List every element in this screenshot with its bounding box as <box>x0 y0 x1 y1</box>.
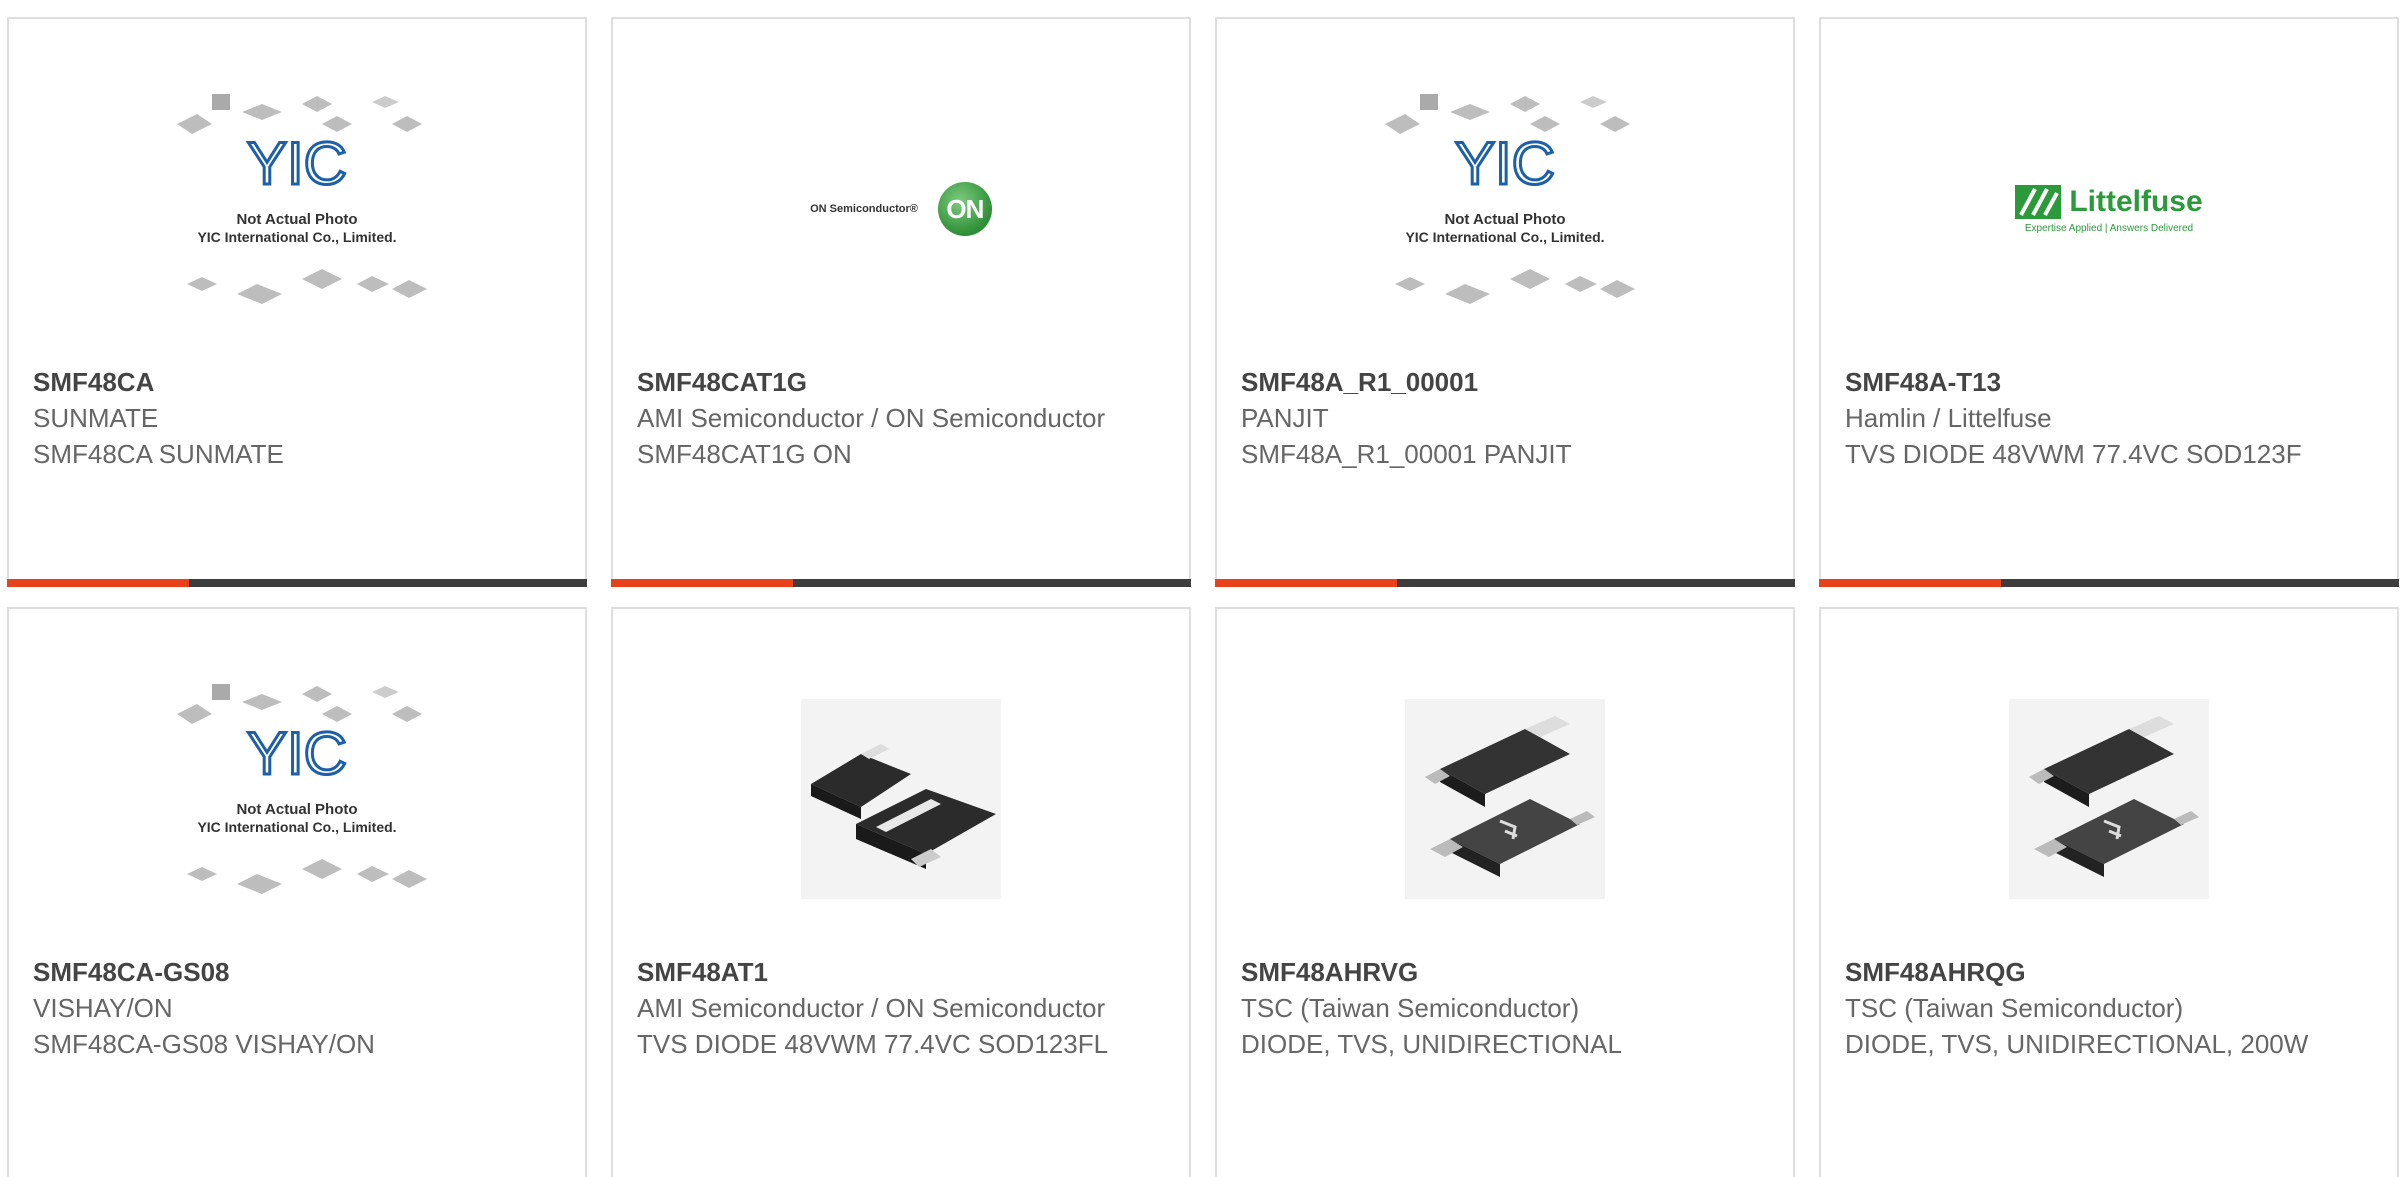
product-card[interactable]: Littelfuse Expertise Applied | Answers D… <box>1819 17 2399 587</box>
placeholder-line2: YIC International Co., Limited. <box>1405 229 1604 245</box>
part-number[interactable]: SMF48AHRQG <box>1845 954 2373 990</box>
product-card[interactable]: ON Semiconductor® ON SMF48CAT1G AMI Semi… <box>611 17 1191 587</box>
part-number[interactable]: SMF48CA <box>33 364 561 400</box>
description: SMF48CAT1G ON <box>637 439 852 469</box>
product-image <box>613 644 1189 954</box>
product-card[interactable]: YIC Not Actual Photo YIC International C… <box>1215 17 1795 587</box>
tsc-package-photo <box>2009 699 2209 899</box>
yic-logo-icon: YIC <box>247 130 347 197</box>
placeholder-line1: Not Actual Photo <box>236 801 357 818</box>
manufacturer: AMI Semiconductor / ON Semiconductor <box>637 403 1106 433</box>
part-number[interactable]: SMF48A_R1_00001 <box>1241 364 1769 400</box>
product-card[interactable]: YIC Not Actual Photo YIC International C… <box>7 607 587 1177</box>
product-card[interactable]: SMF48AHRVG TSC (Taiwan Semiconductor) DI… <box>1215 607 1795 1177</box>
sod123fl-package-photo <box>801 699 1001 899</box>
placeholder-line1: Not Actual Photo <box>1444 211 1565 228</box>
card-bar <box>611 579 1191 587</box>
product-card[interactable]: SMF48AHRQG TSC (Taiwan Semiconductor) DI… <box>1819 607 2399 1177</box>
part-number[interactable]: SMF48AT1 <box>637 954 1165 990</box>
card-bar <box>1215 579 1795 587</box>
littelfuse-logo-icon: Littelfuse Expertise Applied | Answers D… <box>2015 184 2203 234</box>
product-image <box>1217 644 1793 954</box>
part-number[interactable]: SMF48CAT1G <box>637 364 1165 400</box>
description: TVS DIODE 48VWM 77.4VC SOD123FL <box>637 1029 1109 1059</box>
part-number[interactable]: SMF48A-T13 <box>1845 364 2373 400</box>
description: DIODE, TVS, UNIDIRECTIONAL <box>1241 1029 1622 1059</box>
manufacturer: AMI Semiconductor / ON Semiconductor <box>637 993 1106 1023</box>
placeholder-line1: Not Actual Photo <box>236 211 357 228</box>
product-card[interactable]: YIC Not Actual Photo YIC International C… <box>7 17 587 587</box>
card-bar <box>1819 579 2399 587</box>
product-grid: YIC Not Actual Photo YIC International C… <box>7 17 2399 1177</box>
yic-logo-icon: YIC <box>247 720 347 787</box>
product-card[interactable]: SMF48AT1 AMI Semiconductor / ON Semicond… <box>611 607 1191 1177</box>
placeholder-line2: YIC International Co., Limited. <box>197 819 396 835</box>
description: SMF48A_R1_00001 PANJIT <box>1241 439 1572 469</box>
part-number[interactable]: SMF48AHRVG <box>1241 954 1769 990</box>
description: TVS DIODE 48VWM 77.4VC SOD123F <box>1845 439 2302 469</box>
product-image: ON Semiconductor® ON <box>613 54 1189 364</box>
manufacturer: TSC (Taiwan Semiconductor) <box>1241 993 1580 1023</box>
product-image-placeholder: YIC Not Actual Photo YIC International C… <box>9 644 585 954</box>
manufacturer: VISHAY/ON <box>33 993 173 1023</box>
description: SMF48CA-GS08 VISHAY/ON <box>33 1029 375 1059</box>
card-bar <box>7 579 587 587</box>
placeholder-line2: YIC International Co., Limited. <box>197 229 396 245</box>
product-image-placeholder: YIC Not Actual Photo YIC International C… <box>9 54 585 364</box>
product-image-placeholder: YIC Not Actual Photo YIC International C… <box>1217 54 1793 364</box>
product-image <box>1821 644 2397 954</box>
part-number[interactable]: SMF48CA-GS08 <box>33 954 561 990</box>
yic-logo-icon: YIC <box>1455 130 1555 197</box>
product-image: Littelfuse Expertise Applied | Answers D… <box>1821 54 2397 364</box>
on-semiconductor-logo-icon: ON Semiconductor® ON <box>810 182 992 236</box>
description: SMF48CA SUNMATE <box>33 439 284 469</box>
manufacturer: Hamlin / Littelfuse <box>1845 403 2052 433</box>
description: DIODE, TVS, UNIDIRECTIONAL, 200W <box>1845 1029 2309 1059</box>
manufacturer: TSC (Taiwan Semiconductor) <box>1845 993 2184 1023</box>
tsc-package-photo <box>1405 699 1605 899</box>
manufacturer: PANJIT <box>1241 403 1329 433</box>
manufacturer: SUNMATE <box>33 403 159 433</box>
